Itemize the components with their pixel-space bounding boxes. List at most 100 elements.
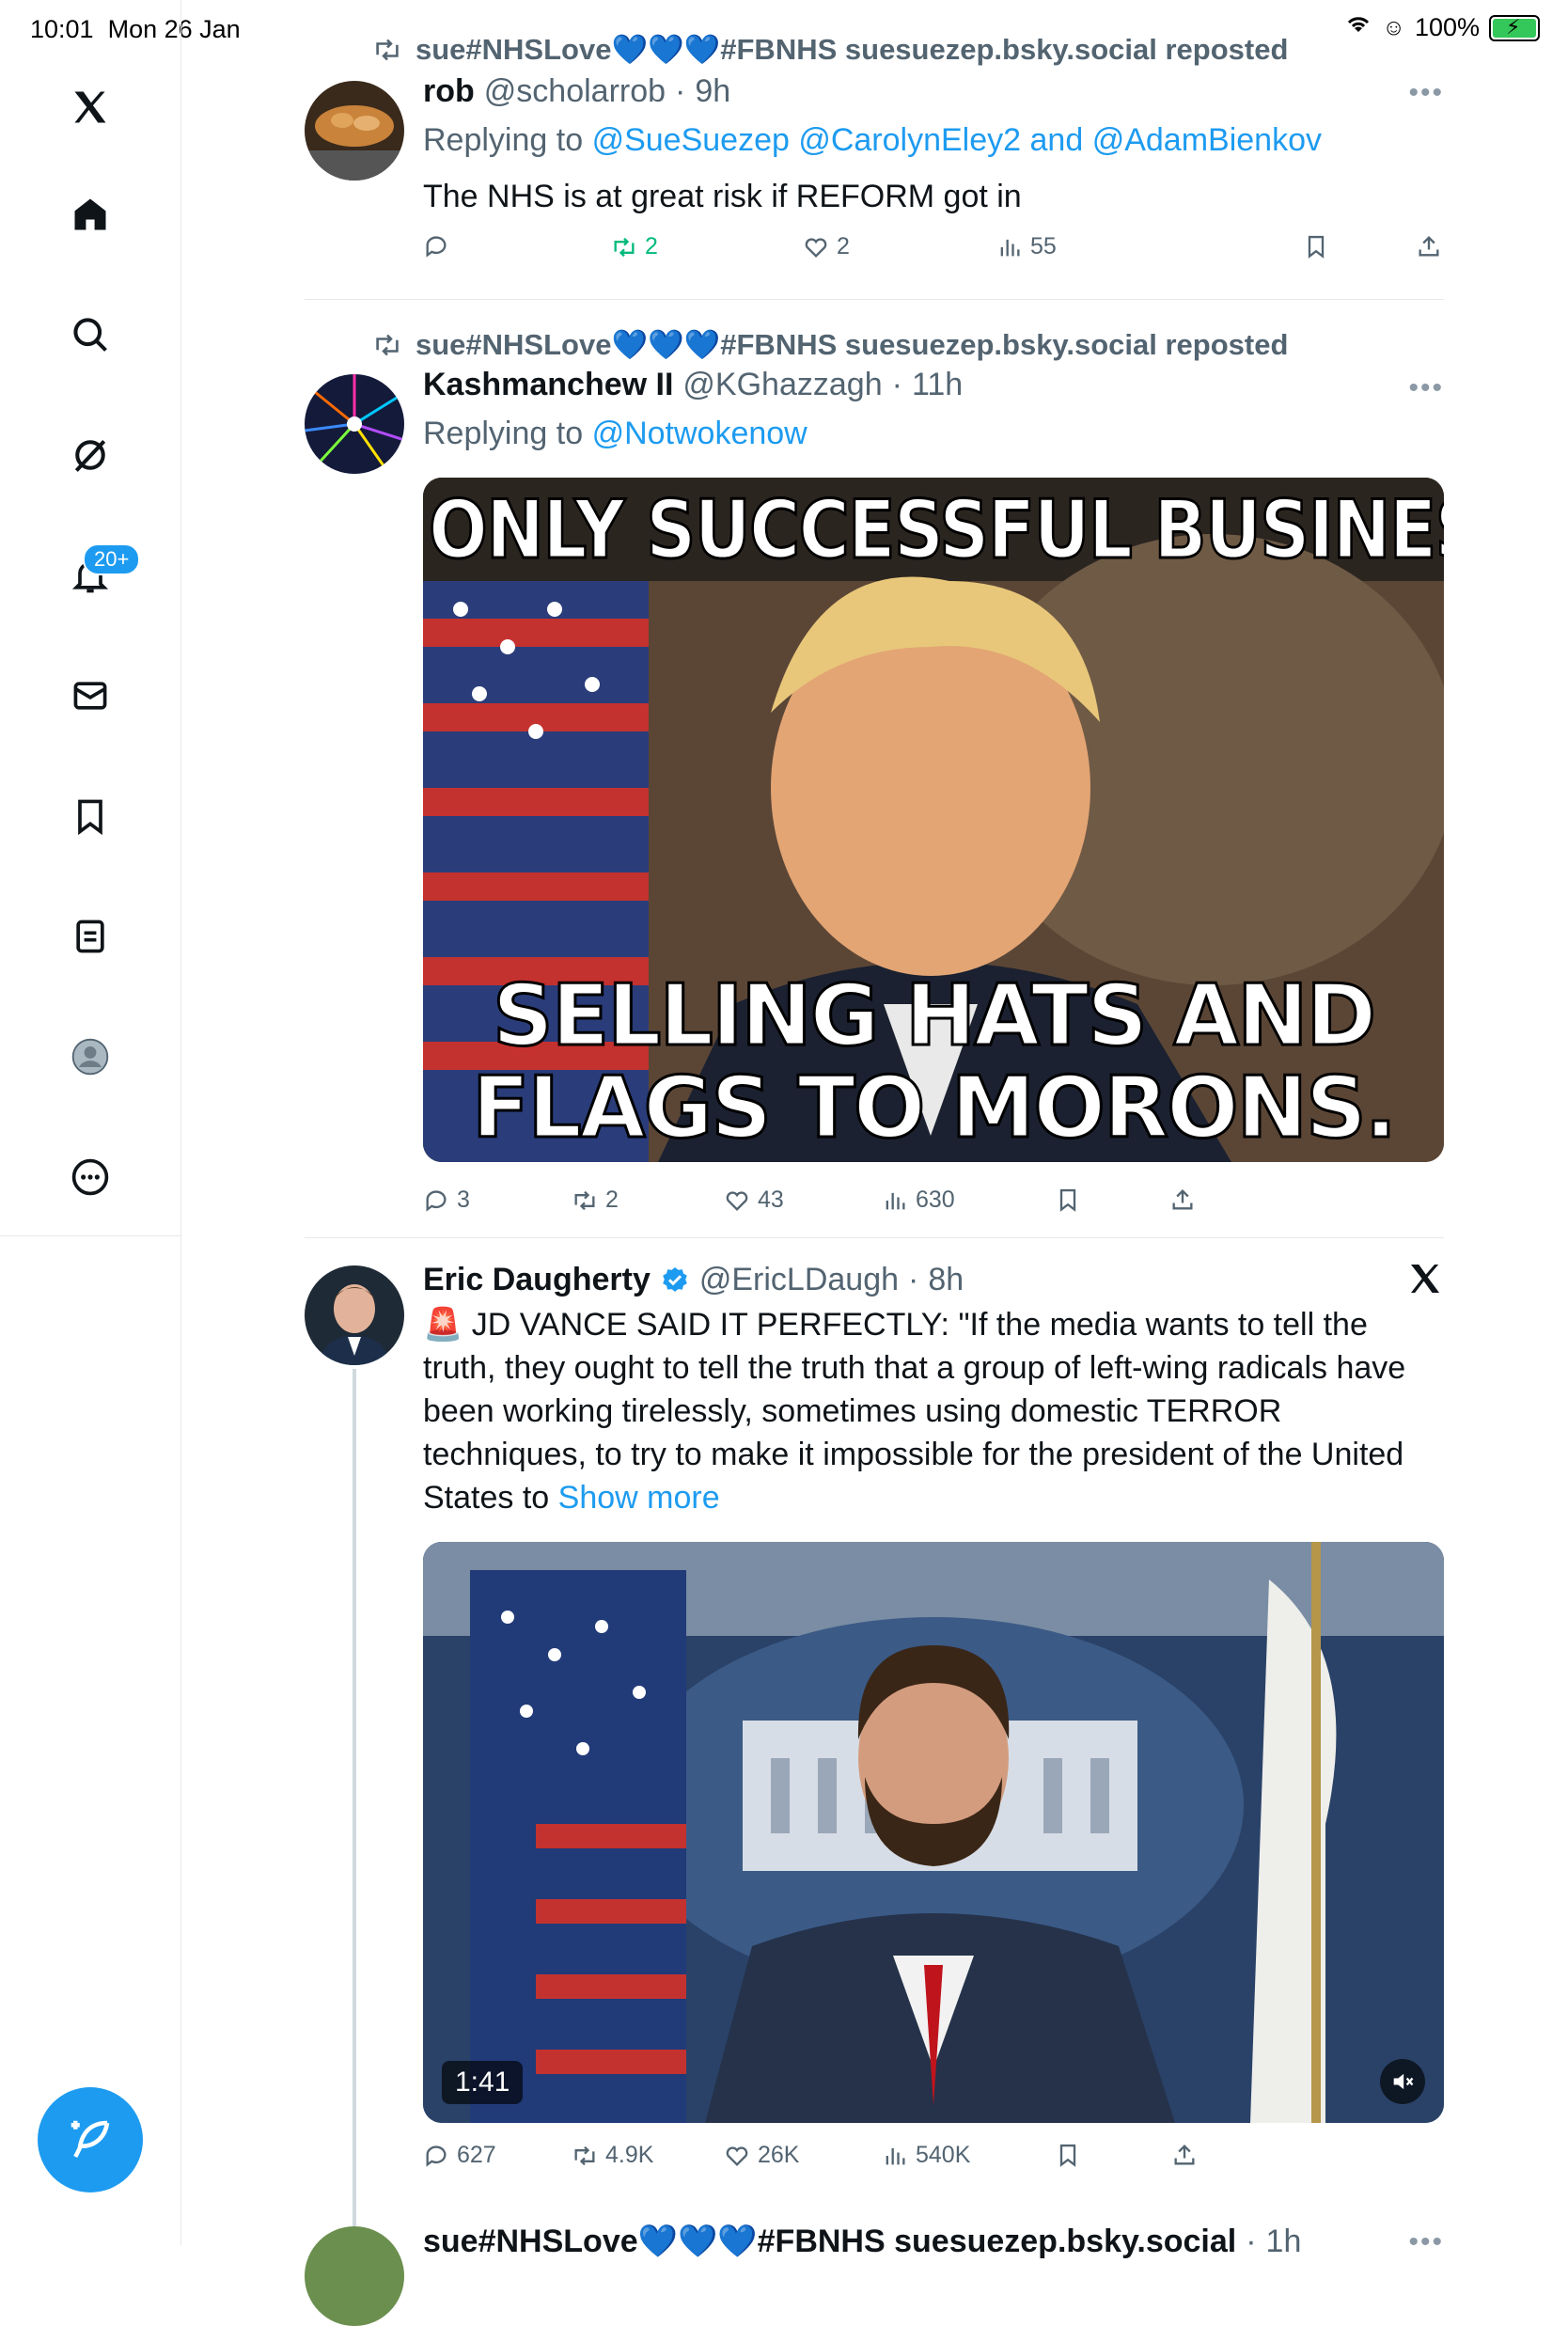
- notifications-badge: 20+: [83, 543, 141, 575]
- bookmark-icon: [1308, 235, 1325, 259]
- reply-button[interactable]: 627: [423, 2142, 496, 2169]
- meme-bottom-text-2: FLAGS TO MORONS.: [471, 1058, 1399, 1159]
- search-icon[interactable]: [66, 310, 115, 359]
- share-icon: [1174, 2145, 1195, 2165]
- tweet-time: 8h: [928, 1262, 964, 1297]
- video-duration: 1:41: [442, 2061, 524, 2104]
- bookmark-button[interactable]: [1303, 233, 1329, 259]
- avatar[interactable]: [305, 81, 404, 181]
- repost-button[interactable]: 4.9K: [572, 2142, 653, 2169]
- mention-link[interactable]: @AdamBienkov: [1092, 122, 1322, 158]
- share-icon: [1172, 1189, 1193, 1210]
- like-button[interactable]: 2: [803, 233, 850, 260]
- tweet-time: 11h: [911, 367, 964, 402]
- heart-icon: [805, 237, 827, 258]
- author-handle[interactable]: @scholarrob: [484, 73, 666, 110]
- tweet-header: Kashmanchew II @KGhazzagh · 11h: [423, 367, 964, 403]
- x-logo-icon[interactable]: [66, 83, 115, 132]
- bookmark-icon: [1059, 1188, 1076, 1212]
- replying-to: Replying to @Notwokenow: [423, 416, 808, 451]
- views-chart-icon: [886, 2147, 905, 2164]
- mention-link[interactable]: @Notwokenow: [592, 416, 808, 451]
- meme-image[interactable]: ONLY SUCCESSFUL BUSINESS... SELLING HATS…: [423, 478, 1444, 1162]
- reply-button[interactable]: 3: [423, 1187, 470, 1214]
- tweet-text: 🚨 JD VANCE SAID IT PERFECTLY: "If the me…: [423, 1307, 1406, 1516]
- reply-icon: [426, 1189, 447, 1212]
- share-button[interactable]: [1171, 2142, 1198, 2168]
- author-handle[interactable]: @KGhazzagh: [682, 367, 882, 403]
- repost-icon: [376, 334, 399, 355]
- tweet-time: 9h: [695, 73, 731, 109]
- home-icon[interactable]: [66, 190, 115, 239]
- more-options-icon[interactable]: •••: [1408, 77, 1444, 109]
- author-name[interactable]: Kashmanchew II: [423, 367, 673, 403]
- repost-icon: [574, 1190, 595, 1210]
- sidebar: 20+: [0, 0, 181, 2245]
- tweet-text: The NHS is at great risk if REFORM got i…: [423, 179, 1022, 214]
- wifi-icon: [1344, 13, 1372, 42]
- show-more-link[interactable]: Show more: [558, 1480, 720, 1516]
- repost-indicator: sue#NHSLove💙💙💙#FBNHS suesuezep.bsky.soci…: [372, 32, 1288, 67]
- messages-envelope-icon[interactable]: [66, 671, 115, 720]
- heart-icon: [726, 1190, 748, 1211]
- meme-bottom-text-1: SELLING HATS AND: [491, 966, 1377, 1067]
- mention-link[interactable]: @SueSuezep @CarolynEley2: [592, 122, 1022, 158]
- views-button[interactable]: 630: [882, 1187, 955, 1214]
- avatar[interactable]: [305, 2226, 404, 2326]
- compose-post-button[interactable]: [38, 2087, 143, 2192]
- bookmark-button[interactable]: [1055, 1187, 1081, 1213]
- reply-button[interactable]: [423, 233, 457, 259]
- repost-icon: [376, 39, 399, 60]
- meme-top-text: ONLY SUCCESSFUL BUSINESS...: [428, 482, 1444, 579]
- author-name[interactable]: rob: [423, 73, 475, 110]
- video-thumbnail: [423, 1542, 1444, 2123]
- share-button[interactable]: [1169, 1187, 1196, 1213]
- author-handle[interactable]: @EricLDaugh: [699, 1262, 899, 1298]
- heart-icon: [726, 2145, 748, 2166]
- repost-button[interactable]: 2: [611, 233, 658, 260]
- x-logo-icon: [1406, 1260, 1444, 1297]
- replying-to: Replying to @SueSuezep @CarolynEley2 and…: [423, 122, 1322, 158]
- battery-icon: ⚡: [1489, 14, 1540, 41]
- avatar[interactable]: [305, 374, 404, 474]
- views-chart-icon: [1000, 239, 1020, 256]
- bookmark-icon: [1059, 2144, 1076, 2167]
- share-button[interactable]: [1416, 233, 1442, 259]
- views-chart-icon: [886, 1192, 905, 1209]
- tweet-time: 1h: [1265, 2223, 1302, 2259]
- author-name[interactable]: Eric Daugherty: [423, 1262, 651, 1298]
- author-name[interactable]: sue#NHSLove💙💙💙#FBNHS suesuezep.bsky.soci…: [423, 2223, 1236, 2260]
- tweet-separator: [305, 1237, 1444, 1238]
- compose-feather-icon: [71, 2120, 110, 2159]
- status-right: ☺ 100% ⚡: [1344, 13, 1540, 42]
- profile-avatar-icon[interactable]: [66, 1032, 115, 1081]
- bookmark-button[interactable]: [1055, 2142, 1081, 2168]
- tweet-separator: [305, 299, 1444, 300]
- video-player[interactable]: 1:41: [423, 1542, 1444, 2123]
- views-button[interactable]: 55: [996, 233, 1057, 260]
- grok-icon[interactable]: [66, 431, 115, 479]
- reply-icon: [426, 236, 447, 258]
- lists-icon[interactable]: [66, 912, 115, 961]
- thread-connector: [353, 1369, 356, 2245]
- avatar[interactable]: [305, 1265, 404, 1365]
- repost-button[interactable]: 2: [572, 1187, 619, 1214]
- verified-badge-icon: [663, 1266, 687, 1292]
- more-options-icon[interactable]: •••: [1408, 372, 1444, 404]
- reply-icon: [426, 2145, 447, 2167]
- repost-indicator: sue#NHSLove💙💙💙#FBNHS suesuezep.bsky.soci…: [372, 327, 1288, 362]
- speaker-muted-icon: [1393, 2073, 1414, 2090]
- share-icon: [1419, 236, 1439, 257]
- sidebar-divider: [0, 1235, 180, 1236]
- bookmarks-icon[interactable]: [66, 792, 115, 841]
- repost-icon: [574, 2145, 595, 2165]
- like-button[interactable]: 26K: [724, 2142, 799, 2169]
- views-button[interactable]: 540K: [882, 2142, 970, 2169]
- mute-button[interactable]: [1380, 2059, 1425, 2104]
- focus-icon: ☺: [1382, 14, 1405, 40]
- more-options-icon[interactable]: •••: [1408, 2226, 1444, 2258]
- repost-icon: [614, 237, 635, 257]
- more-options-icon[interactable]: [66, 1153, 115, 1202]
- like-button[interactable]: 43: [724, 1187, 784, 1214]
- tweet-header: rob @scholarrob · 9h: [423, 73, 731, 110]
